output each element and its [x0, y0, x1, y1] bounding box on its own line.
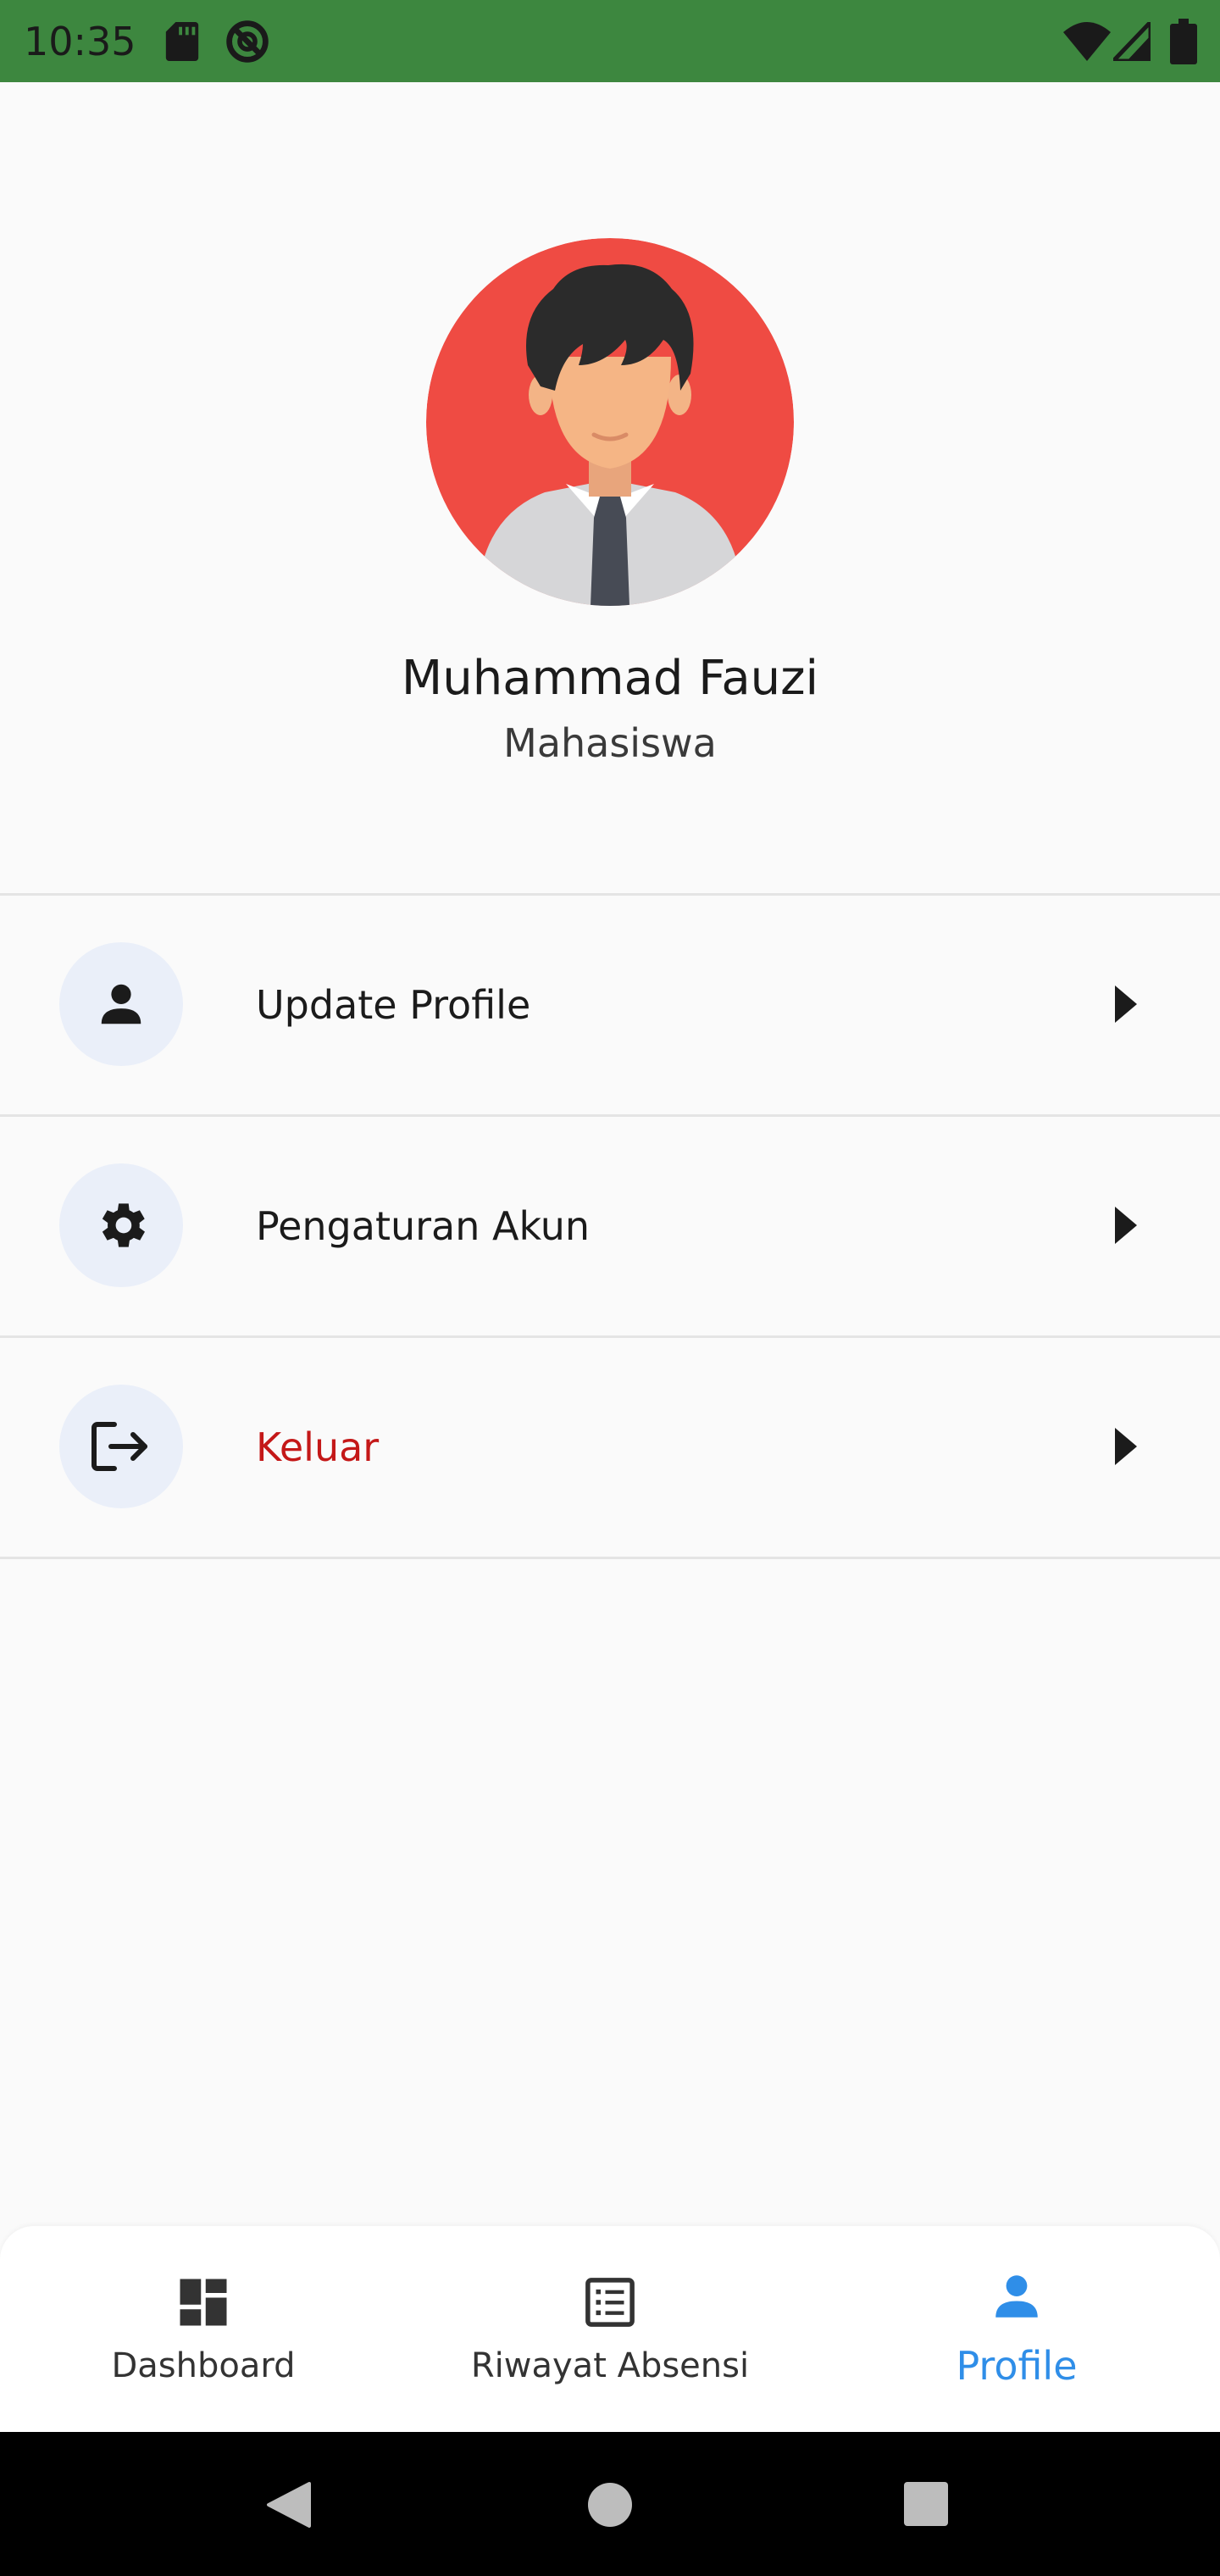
menu-item-logout[interactable]: Keluar: [0, 1338, 1220, 1557]
battery-icon: [1170, 19, 1197, 64]
profile-role: Mahasiswa: [503, 720, 717, 766]
menu-item-label: Keluar: [256, 1424, 380, 1470]
list-icon: [585, 2278, 635, 2327]
sd-card-icon: [165, 22, 199, 61]
avatar: [426, 238, 794, 606]
system-navigation-bar: [0, 2432, 1220, 2576]
divider: [0, 1557, 1220, 1559]
status-bar: 10:35: [0, 0, 1220, 82]
menu-item-label: Pengaturan Akun: [256, 1203, 591, 1249]
logout-icon: [92, 1422, 147, 1471]
nav-item-label: Profile: [956, 2343, 1078, 2389]
wifi-icon: [1063, 22, 1111, 61]
home-icon[interactable]: [587, 2482, 633, 2528]
nav-item-label: Dashboard: [111, 2346, 296, 2385]
back-icon[interactable]: [265, 2480, 313, 2529]
person-icon: [101, 984, 141, 1024]
profile-page: Muhammad Fauzi Mahasiswa Update Profile …: [0, 82, 1220, 2226]
person-icon: [995, 2275, 1038, 2318]
chevron-right-icon: [1115, 985, 1137, 1023]
menu-icon-background: [59, 942, 183, 1066]
menu-item-account-settings[interactable]: Pengaturan Akun: [0, 1117, 1220, 1335]
chevron-right-icon: [1115, 1428, 1137, 1465]
avatar-illustration: [426, 238, 794, 606]
chevron-right-icon: [1115, 1207, 1137, 1244]
nav-item-label: Riwayat Absensi: [470, 2346, 750, 2385]
dashboard-icon: [180, 2279, 227, 2326]
status-time: 10:35: [24, 19, 136, 64]
nav-item-attendance-history[interactable]: Riwayat Absensi: [407, 2226, 813, 2432]
nav-item-dashboard[interactable]: Dashboard: [0, 2226, 407, 2432]
bottom-navigation: Dashboard Riwayat Absensi Profile: [0, 2226, 1220, 2432]
recents-icon[interactable]: [904, 2482, 948, 2526]
menu-icon-background: [59, 1163, 183, 1287]
nav-item-profile[interactable]: Profile: [813, 2226, 1220, 2432]
profile-name: Muhammad Fauzi: [401, 651, 819, 706]
menu-icon-background: [59, 1385, 183, 1508]
menu-item-label: Update Profile: [256, 982, 531, 1028]
signal-icon: [1113, 22, 1151, 61]
sync-disabled-icon: [226, 20, 269, 63]
menu-item-update-profile[interactable]: Update Profile: [0, 896, 1220, 1114]
gear-icon: [102, 1203, 145, 1247]
